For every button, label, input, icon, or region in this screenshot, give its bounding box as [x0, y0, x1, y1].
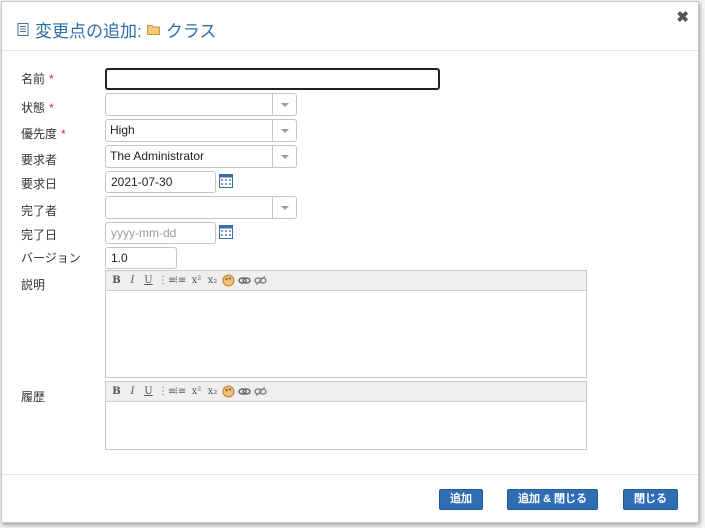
request-date-input[interactable]: 2021-07-30: [105, 171, 216, 193]
italic-button[interactable]: I: [126, 385, 139, 398]
dialog-header: 変更点の追加: クラス ✖: [2, 2, 698, 51]
history-label: 履歴: [21, 390, 46, 404]
unordered-list-button[interactable]: ⁝≡: [174, 274, 187, 287]
add-button[interactable]: 追加: [439, 489, 483, 510]
close-icon[interactable]: ✖: [676, 9, 689, 27]
link-icon[interactable]: [238, 274, 251, 287]
document-icon: [17, 22, 29, 36]
underline-button[interactable]: U: [142, 385, 155, 398]
unlink-icon[interactable]: [254, 274, 267, 287]
history-editor[interactable]: B I U ⋮≡ ⁝≡ x² x₂: [105, 381, 587, 450]
subscript-button[interactable]: x₂: [206, 385, 219, 398]
chevron-down-icon[interactable]: [272, 146, 296, 167]
ordered-list-button[interactable]: ⋮≡: [158, 385, 176, 398]
calendar-icon[interactable]: [219, 173, 233, 188]
request-date-label: 要求日: [21, 177, 58, 191]
required-mark: *: [49, 72, 54, 86]
history-content[interactable]: [106, 402, 586, 451]
dialog-title-text: 変更点の追加:: [35, 21, 142, 41]
add-and-close-button[interactable]: 追加 & 閉じる: [507, 489, 598, 510]
superscript-button[interactable]: x²: [190, 385, 203, 398]
link-icon[interactable]: [238, 385, 251, 398]
description-content[interactable]: [106, 291, 586, 379]
superscript-button[interactable]: x²: [190, 274, 203, 287]
completed-by-label: 完了者: [21, 204, 58, 218]
name-input[interactable]: [105, 68, 440, 90]
description-editor[interactable]: B I U ⋮≡ ⁝≡ x² x₂: [105, 270, 587, 378]
chevron-down-icon[interactable]: [272, 94, 296, 115]
dialog-footer: 追加 追加 & 閉じる 閉じる: [2, 474, 698, 522]
completed-by-select[interactable]: [105, 196, 297, 219]
palette-icon[interactable]: [222, 385, 235, 398]
italic-button[interactable]: I: [126, 274, 139, 287]
bold-button[interactable]: B: [110, 274, 123, 287]
requester-label: 要求者: [21, 153, 58, 167]
chevron-down-icon[interactable]: [272, 197, 296, 218]
folder-icon: [146, 24, 160, 35]
required-mark: *: [49, 101, 54, 115]
description-label: 説明: [21, 278, 46, 292]
priority-value: High: [110, 123, 135, 137]
name-label: 名前 *: [21, 72, 54, 86]
priority-label: 優先度 *: [21, 127, 66, 141]
completed-date-input[interactable]: yyyy-mm-dd: [105, 222, 216, 244]
version-input[interactable]: 1.0: [105, 247, 177, 269]
completed-date-label: 完了日: [21, 228, 58, 242]
requester-value: The Administrator: [110, 149, 205, 163]
unlink-icon[interactable]: [254, 385, 267, 398]
status-select[interactable]: [105, 93, 297, 116]
dialog-title: 変更点の追加: クラス: [17, 18, 217, 41]
chevron-down-icon[interactable]: [272, 120, 296, 141]
requester-select[interactable]: The Administrator: [105, 145, 297, 168]
calendar-icon[interactable]: [219, 224, 233, 239]
priority-select[interactable]: High: [105, 119, 297, 142]
add-change-dialog: 変更点の追加: クラス ✖ 名前 * 状態 * 優先度 * High 要求者 The …: [1, 1, 699, 523]
editor-toolbar: B I U ⋮≡ ⁝≡ x² x₂: [106, 382, 586, 402]
palette-icon[interactable]: [222, 274, 235, 287]
close-button[interactable]: 閉じる: [623, 489, 678, 510]
dialog-title-object: クラス: [165, 21, 217, 41]
required-mark: *: [61, 127, 66, 141]
editor-toolbar: B I U ⋮≡ ⁝≡ x² x₂: [106, 271, 586, 291]
ordered-list-button[interactable]: ⋮≡: [158, 274, 176, 287]
underline-button[interactable]: U: [142, 274, 155, 287]
unordered-list-button[interactable]: ⁝≡: [174, 385, 187, 398]
bold-button[interactable]: B: [110, 385, 123, 398]
status-label: 状態 *: [21, 101, 54, 115]
version-label: バージョン: [21, 251, 81, 265]
subscript-button[interactable]: x₂: [206, 274, 219, 287]
